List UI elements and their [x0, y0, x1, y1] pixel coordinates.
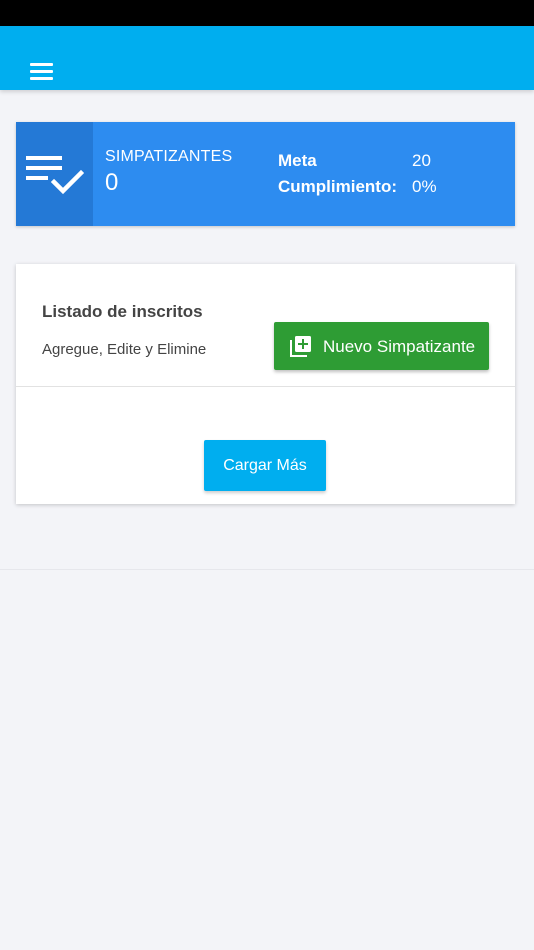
meta-label: Meta: [278, 151, 317, 170]
status-bar: [0, 0, 534, 26]
list-subtitle: Agregue, Edite y Elimine: [42, 341, 207, 358]
app-bar: [0, 26, 534, 90]
add-to-library-icon: [290, 336, 311, 357]
list-title: Listado de inscritos: [42, 302, 203, 321]
checklist-icon: [26, 156, 84, 195]
page-divider: [0, 569, 534, 570]
card-divider: [16, 386, 515, 387]
stat-value: 0: [105, 169, 119, 196]
new-simpatizante-label: Nuevo Simpatizante: [323, 337, 476, 356]
simpatizantes-stat-card: SIMPATIZANTES 0 Meta 20 Cumplimiento: 0%: [16, 122, 515, 226]
meta-value: 20: [412, 151, 431, 170]
load-more-button[interactable]: Cargar Más: [204, 440, 326, 491]
cumplimiento-value: 0%: [412, 177, 437, 196]
stat-label: SIMPATIZANTES: [105, 148, 233, 165]
stat-icon-box: [16, 122, 93, 226]
list-card: Listado de inscritos Agregue, Edite y El…: [16, 264, 515, 504]
new-simpatizante-button[interactable]: Nuevo Simpatizante: [274, 322, 489, 370]
cumplimiento-label: Cumplimiento:: [278, 177, 397, 196]
hamburger-menu-icon[interactable]: [24, 54, 58, 80]
